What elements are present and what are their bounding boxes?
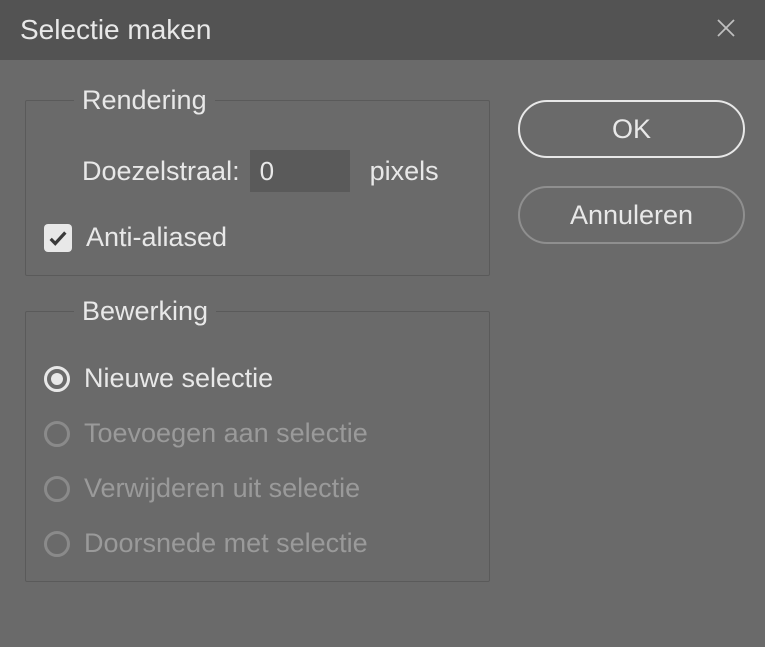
radio-row-subtract-selection: Verwijderen uit selectie [44, 473, 471, 504]
cancel-button[interactable]: Annuleren [518, 186, 745, 244]
feather-label: Doezelstraal: [82, 156, 240, 187]
radio-row-new-selection[interactable]: Nieuwe selectie [44, 363, 471, 394]
feather-input[interactable] [250, 150, 350, 192]
title-bar: Selectie maken [0, 0, 765, 60]
dialog-content: Rendering Doezelstraal: pixels Anti-alia… [0, 60, 765, 647]
radio-label-subtract-selection: Verwijderen uit selectie [84, 473, 360, 504]
operation-group: Bewerking Nieuwe selectie Toevoegen aan … [25, 296, 490, 582]
dialog-title: Selectie maken [20, 14, 211, 46]
ok-button[interactable]: OK [518, 100, 745, 158]
rendering-group: Rendering Doezelstraal: pixels Anti-alia… [25, 85, 490, 276]
antialiased-label: Anti-aliased [86, 222, 227, 253]
left-column: Rendering Doezelstraal: pixels Anti-alia… [25, 85, 490, 627]
radio-row-add-selection: Toevoegen aan selectie [44, 418, 471, 449]
antialiased-row[interactable]: Anti-aliased [44, 222, 471, 253]
radio-label-add-selection: Toevoegen aan selectie [84, 418, 368, 449]
radio-intersect-selection [44, 531, 70, 557]
close-button[interactable] [707, 13, 745, 47]
radio-label-new-selection: Nieuwe selectie [84, 363, 273, 394]
radio-row-intersect-selection: Doorsnede met selectie [44, 528, 471, 559]
antialiased-checkbox[interactable] [44, 224, 72, 252]
radio-new-selection[interactable] [44, 366, 70, 392]
right-column: OK Annuleren [518, 85, 745, 627]
rendering-legend: Rendering [74, 85, 215, 116]
check-icon [47, 227, 69, 249]
radio-add-selection [44, 421, 70, 447]
feather-row: Doezelstraal: pixels [44, 150, 471, 192]
operation-legend: Bewerking [74, 296, 216, 327]
close-icon [715, 15, 737, 45]
radio-subtract-selection [44, 476, 70, 502]
feather-suffix: pixels [370, 156, 439, 187]
radio-label-intersect-selection: Doorsnede met selectie [84, 528, 368, 559]
